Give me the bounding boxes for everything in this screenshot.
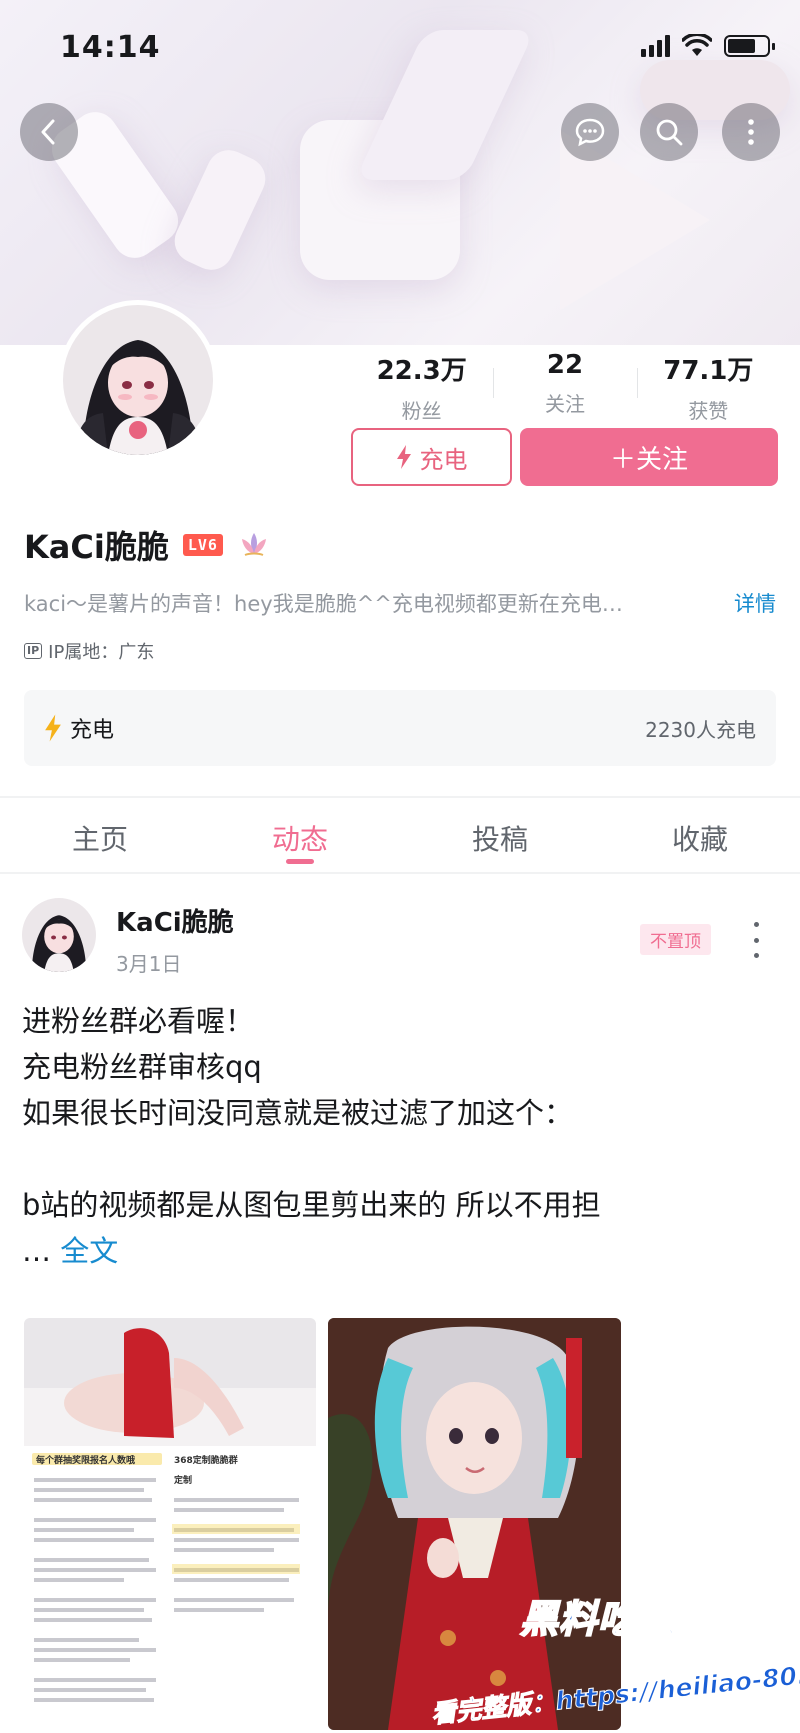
charge-card[interactable]: 充电 2230人充电 [24, 690, 776, 766]
tab-favorites[interactable]: 收藏 [600, 798, 800, 872]
more-button[interactable] [722, 103, 780, 161]
post-line: 进粉丝群必看喔！ [22, 1004, 255, 1038]
profile-stats: 22.3万 粉丝 22 关注 77.1万 获赞 [350, 350, 780, 424]
post-line: 如果很长时间没同意就是被过滤了加这个： [22, 1096, 574, 1130]
follow-button-label: ＋关注 [609, 444, 688, 475]
post-image-1[interactable]: 每个群抽奖限报名人数哦 368定制脆脆群 定制 [24, 1318, 316, 1730]
charge-button[interactable]: 充电 [351, 428, 512, 486]
tab-submissions[interactable]: 投稿 [400, 798, 600, 872]
search-button[interactable] [640, 103, 698, 161]
lightning-icon [396, 445, 411, 469]
status-bar: 14:14 [0, 0, 800, 95]
stat-label: 粉丝 [401, 399, 442, 423]
stat-value: 77.1万 [663, 356, 754, 386]
image1-subtitle-right: 定制 [173, 1474, 192, 1486]
ip-location-text: IP属地：广东 [48, 642, 155, 663]
banner-decoration [167, 142, 273, 278]
status-icons [641, 34, 775, 58]
more-dot [753, 922, 759, 927]
post-author-name[interactable]: KaCi脆脆 [116, 902, 234, 939]
post-author-avatar[interactable] [22, 898, 96, 972]
tab-home[interactable]: 主页 [0, 798, 200, 872]
post-ellipsis: … [22, 1234, 51, 1268]
signature-detail-link[interactable]: 详情 [734, 588, 776, 618]
ip-icon: IP [24, 643, 43, 659]
wifi-icon [682, 34, 712, 56]
battery-icon [724, 35, 775, 57]
expand-full-text-link[interactable]: 全文 [60, 1234, 118, 1268]
stat-following[interactable]: 22 关注 [493, 350, 636, 424]
chat-bubble-icon [575, 118, 605, 147]
image1-title-left: 每个群抽奖限报名人数哦 [36, 1454, 135, 1466]
more-vertical-icon [748, 119, 754, 145]
profile-name-row: KaCi脆脆 LV6 [24, 522, 271, 568]
post-image-2[interactable] [328, 1318, 621, 1730]
stat-value: 22 [546, 350, 584, 380]
profile-avatar[interactable] [58, 300, 218, 460]
tab-dynamics[interactable]: 动态 [200, 798, 400, 872]
stat-label: 获赞 [688, 399, 729, 423]
avatar-image [63, 305, 213, 455]
back-button[interactable] [20, 103, 78, 161]
stat-followers[interactable]: 22.3万 粉丝 [350, 350, 493, 424]
search-icon [656, 119, 683, 146]
charge-card-count: 2230人充电 [645, 717, 756, 742]
more-dot [753, 953, 759, 958]
chevron-left-icon [41, 119, 55, 145]
level-badge: LV6 [182, 534, 223, 556]
post-line [22, 1136, 762, 1182]
post-expand-row: … 全文 [22, 1228, 762, 1274]
lotus-badge-icon[interactable] [237, 530, 271, 560]
image1-title-right: 368定制脆脆群 [174, 1454, 238, 1466]
charge-card-label: 充电 [70, 718, 115, 743]
post-date: 3月1日 [116, 952, 182, 976]
post-more-button[interactable] [746, 922, 766, 958]
charge-button-label: 充电 [419, 445, 468, 474]
lightning-icon [45, 714, 61, 742]
profile-tabs: 主页 动态 投稿 收藏 [0, 798, 800, 874]
post-line: b站的视频都是从图包里剪出来的 所以不用担 [22, 1188, 601, 1222]
profile-signature: kaci～是薯片的声音！hey我是脆脆^^充电视频都更新在充电… [24, 592, 623, 616]
profile-name: KaCi脆脆 [24, 528, 169, 566]
status-time: 14:14 [60, 30, 161, 65]
cellular-signal-icon [641, 35, 670, 57]
stat-label: 关注 [544, 392, 585, 416]
post-content: 进粉丝群必看喔！ 充电粉丝群审核qq 如果很长时间没同意就是被过滤了加这个： b… [22, 998, 762, 1274]
post-line: 充电粉丝群审核qq [22, 1050, 262, 1084]
stat-likes[interactable]: 77.1万 获赞 [636, 350, 780, 424]
more-dot [753, 937, 759, 943]
follow-button[interactable]: ＋关注 [520, 428, 778, 486]
ip-location: IP IP属地：广东 [24, 638, 154, 664]
pin-badge: 不置顶 [640, 924, 711, 955]
message-button[interactable] [561, 103, 619, 161]
stat-value: 22.3万 [376, 356, 467, 386]
